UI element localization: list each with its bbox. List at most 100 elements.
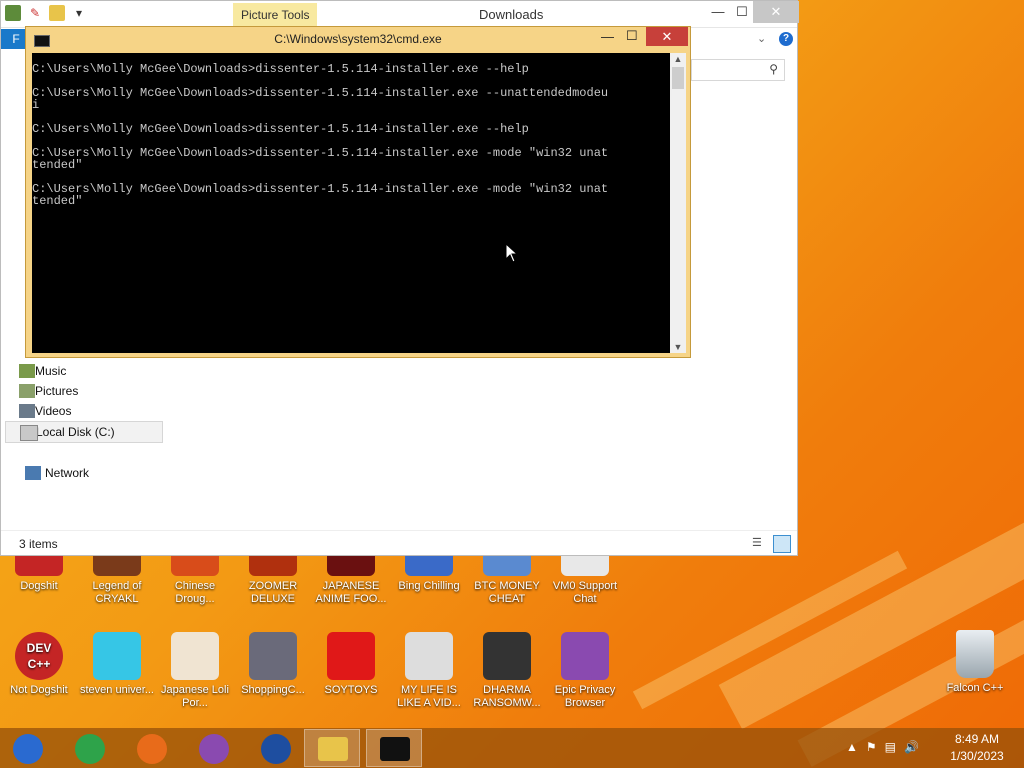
desktop-icon[interactable]: steven univer... [79, 632, 155, 697]
flash-icon [249, 632, 297, 680]
pictures-folder-icon [19, 384, 35, 398]
nav-item-videos[interactable]: Videos [5, 401, 163, 421]
diamond-icon [93, 632, 141, 680]
network-icon [25, 466, 41, 480]
soytoys-icon [327, 632, 375, 680]
videos-folder-icon [19, 404, 35, 418]
desktop-icon[interactable]: MY LIFE IS LIKE A VID... [391, 632, 467, 710]
navigation-pane: Music Pictures Videos Local Disk (C:) Ne… [5, 361, 163, 483]
cmd-maximize-button[interactable]: ☐ [626, 28, 640, 44]
taskbar-button[interactable] [186, 729, 242, 767]
properties-icon[interactable]: ✎ [27, 5, 43, 21]
cmd-title: C:\Windows\system32\cmd.exe [274, 32, 442, 46]
start-globe-icon [13, 734, 43, 764]
file-explorer-icon [318, 737, 348, 761]
nav-item-label: Music [35, 364, 67, 378]
item-count: 3 items [19, 537, 58, 551]
torii-icon [171, 632, 219, 680]
obama-icon [261, 734, 291, 764]
desktop-icon-label: Bing Chilling [398, 580, 460, 592]
taskbar-button[interactable] [366, 729, 422, 767]
scroll-down-icon[interactable]: ▼ [670, 342, 686, 352]
console-scrollbar[interactable]: ▲ ▼ [670, 53, 686, 353]
system-tray: ▲ ⚑ ▤ 🔊 [846, 740, 919, 754]
console-text: C:\Users\Molly McGee\Downloads>dissenter… [32, 62, 609, 208]
console-output[interactable]: C:\Users\Molly McGee\Downloads>dissenter… [32, 53, 670, 353]
details-view-icon[interactable]: ☰ [751, 535, 769, 553]
recycle-bin[interactable]: Falcon C++ [937, 630, 1013, 695]
taskbar-button[interactable] [248, 729, 304, 767]
taskbar: ▲ ⚑ ▤ 🔊 8:49 AM 1/30/2023 [0, 728, 1024, 768]
nav-item-label: Pictures [35, 384, 79, 398]
desktop-icon-label: SOYTOYS [324, 684, 378, 696]
desktop-icon-label: Japanese Loli Por... [161, 684, 229, 709]
desktop-icon-label: steven univer... [80, 684, 154, 696]
scroll-up-icon[interactable]: ▲ [670, 54, 686, 64]
taskbar-button[interactable] [62, 729, 118, 767]
desktop-icon-label: Dogshit [20, 580, 58, 592]
chrome-icon [75, 734, 105, 764]
taskbar-button[interactable] [0, 729, 56, 767]
new-folder-icon[interactable] [49, 5, 65, 21]
explorer-titlebar: ✎ ▾ Picture Tools Downloads — ☐ ✕ [1, 1, 799, 28]
status-bar: 3 items ☰ [1, 530, 797, 555]
nav-item-label: Local Disk (C:) [36, 425, 115, 439]
desktop-icon-label: VM0 Support Chat [552, 580, 618, 605]
action-center-flag-icon[interactable]: ⚑ [866, 740, 877, 754]
dev-cpp-icon: DEV C++ [15, 632, 63, 680]
desktop-icon-label: Legend of CRYAKL [92, 580, 142, 605]
cmd-close-button[interactable]: ✕ [646, 27, 688, 46]
cmd-minimize-button[interactable]: — [601, 29, 615, 44]
clock-time: 8:49 AM [954, 732, 1000, 746]
desktop-icon-label: Chinese Droug... [174, 580, 216, 605]
nav-item-local-disk[interactable]: Local Disk (C:) [5, 421, 163, 443]
recycle-bin-icon [956, 630, 994, 678]
explorer-close-button[interactable]: ✕ [753, 1, 799, 23]
explorer-title: Downloads [479, 7, 544, 22]
cmd-icon [380, 737, 410, 761]
desktop-icon[interactable]: SOYTOYS [313, 632, 389, 697]
gamepad-icon [405, 632, 453, 680]
search-icon: ⚲ [769, 62, 778, 76]
nav-item-music[interactable]: Music [5, 361, 163, 381]
desktop-icon-label: DHARMA RANSOMW... [473, 684, 541, 709]
mouse-pointer-icon [505, 243, 519, 263]
quick-access-toolbar: ✎ ▾ [5, 5, 87, 21]
clock[interactable]: 8:49 AM 1/30/2023 [934, 731, 1020, 765]
desktop-icon-label: ZOOMER DELUXE [248, 580, 298, 605]
chevron-down-icon[interactable]: ▾ [71, 5, 87, 21]
search-input[interactable]: ⚲ [691, 59, 785, 81]
desktop-icon[interactable]: Epic Privacy Browser [547, 632, 623, 710]
network-status-icon[interactable]: ▤ [885, 740, 896, 754]
desktop-icon-label: Epic Privacy Browser [554, 684, 616, 709]
cmd-window: C:\Windows\system32\cmd.exe — ☐ ✕ C:\Use… [25, 26, 691, 358]
desktop-icon-label: ShoppingC... [241, 684, 305, 696]
recycle-bin-label: Falcon C++ [946, 682, 1004, 694]
cmd-titlebar[interactable]: C:\Windows\system32\cmd.exe — ☐ ✕ [26, 27, 690, 53]
nav-item-network[interactable]: Network [5, 463, 163, 483]
desktop-icon[interactable]: DHARMA RANSOMW... [469, 632, 545, 710]
desktop-icon-label: BTC MONEY CHEAT [474, 580, 540, 605]
taskbar-button[interactable] [124, 729, 180, 767]
nav-item-pictures[interactable]: Pictures [5, 381, 163, 401]
desktop-icon[interactable]: ShoppingC... [235, 632, 311, 697]
nav-item-label: Videos [35, 404, 72, 418]
picture-tools-tab[interactable]: Picture Tools [233, 3, 318, 27]
epic-browser-icon [199, 734, 229, 764]
firefox-icon [137, 734, 167, 764]
help-icon[interactable]: ? [779, 32, 793, 46]
taskbar-button[interactable] [304, 729, 360, 767]
scroll-thumb[interactable] [672, 67, 684, 89]
drive-icon [20, 425, 38, 441]
large-icons-view-icon[interactable] [773, 535, 791, 553]
desktop-icon[interactable]: Japanese Loli Por... [157, 632, 233, 710]
show-hidden-icons-icon[interactable]: ▲ [846, 740, 858, 754]
volume-icon[interactable]: 🔊 [904, 740, 919, 754]
clock-date: 1/30/2023 [950, 749, 1004, 763]
desktop-icon-label: JAPANESE ANIME FOO... [315, 580, 387, 605]
desktop-icon-label: MY LIFE IS LIKE A VID... [397, 684, 461, 709]
music-folder-icon [19, 364, 35, 378]
desktop-icon[interactable]: DEV C++ Not Dogshit [1, 632, 77, 697]
ribbon-expand-chevron-icon[interactable]: ⌄ [757, 32, 766, 45]
